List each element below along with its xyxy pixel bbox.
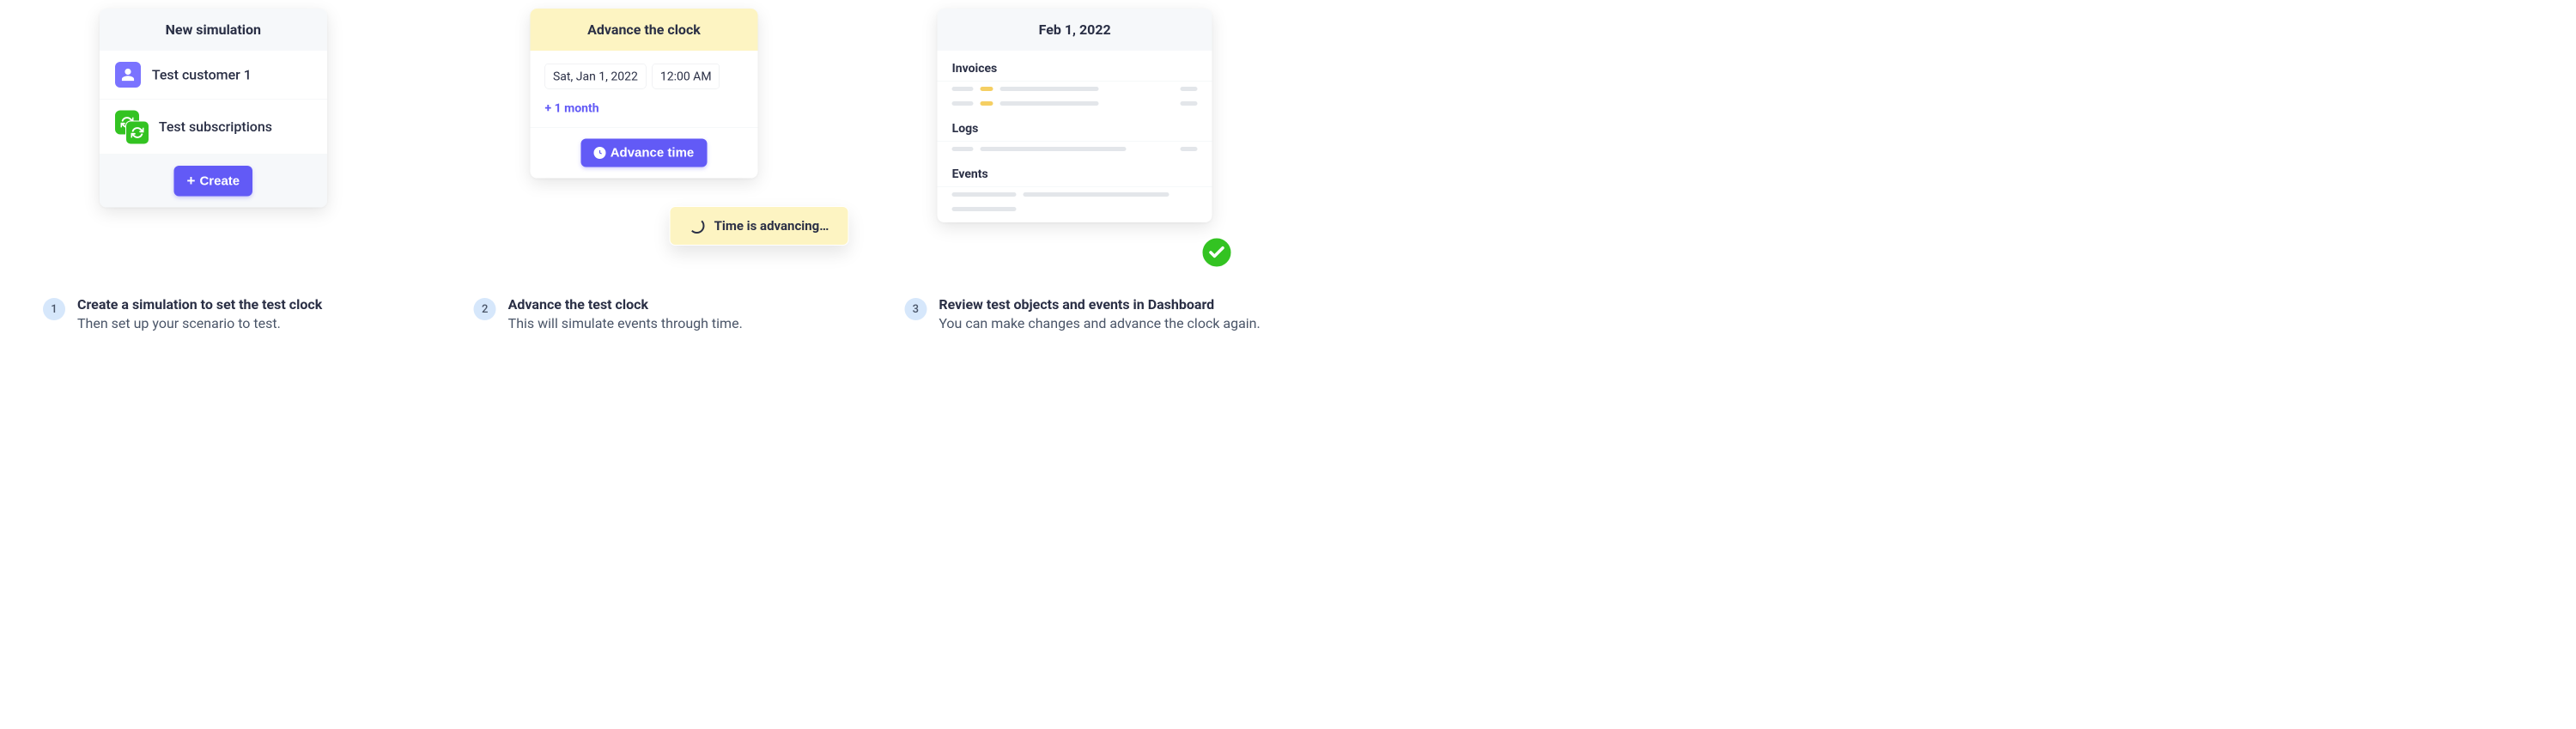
plus-month-link[interactable]: + 1 month [530, 94, 757, 128]
event-row [938, 202, 1212, 222]
section-events: Events [938, 156, 1212, 187]
event-row [938, 187, 1212, 202]
step-title: Advance the test clock [508, 296, 836, 313]
step-3-caption: 3 Review test objects and events in Dash… [883, 296, 1267, 331]
subscriptions-row: Test subscriptions [100, 100, 327, 155]
datetime-row: Sat, Jan 1, 2022 12:00 AM [530, 51, 757, 94]
subscriptions-label: Test subscriptions [159, 118, 272, 135]
time-field[interactable]: 12:00 AM [652, 64, 720, 89]
step-subtitle: Then set up your scenario to test. [77, 315, 405, 331]
advance-clock-card: Advance the clock Sat, Jan 1, 2022 12:00… [530, 9, 757, 179]
invoice-row [938, 96, 1212, 111]
step-title: Create a simulation to set the test cloc… [77, 296, 405, 313]
card-header: Advance the clock [530, 9, 757, 51]
step-number: 1 [43, 298, 65, 320]
customer-icon [115, 62, 141, 88]
step-title: Review test objects and events in Dashbo… [939, 296, 1267, 313]
step-2-caption: 2 Advance the test clock This will simul… [453, 296, 836, 331]
advance-button-label: Advance time [611, 146, 695, 161]
step-number: 3 [904, 298, 927, 320]
log-row [938, 142, 1212, 156]
advancing-popover: Time is advancing… [670, 206, 849, 246]
clock-icon [594, 147, 606, 159]
new-simulation-card: New simulation Test customer 1 Test subs… [100, 9, 327, 208]
step-3-column: Feb 1, 2022 Invoices Logs Events 3 Revie… [883, 9, 1267, 331]
success-check-icon [1200, 236, 1233, 269]
spinner-icon [690, 218, 705, 234]
review-dashboard-card: Feb 1, 2022 Invoices Logs Events [938, 9, 1212, 222]
customer-label: Test customer 1 [152, 67, 252, 83]
popover-text: Time is advancing… [714, 218, 829, 234]
step-2-column: Advance the clock Sat, Jan 1, 2022 12:00… [453, 9, 836, 331]
card-footer: + Create [100, 155, 327, 208]
section-invoices: Invoices [938, 51, 1212, 82]
invoice-row [938, 82, 1212, 96]
create-button-label: Create [199, 173, 240, 188]
create-button[interactable]: + Create [174, 166, 253, 197]
card-header: Feb 1, 2022 [938, 9, 1212, 51]
step-number: 2 [474, 298, 496, 320]
date-field[interactable]: Sat, Jan 1, 2022 [544, 64, 646, 89]
step-subtitle: You can make changes and advance the clo… [939, 315, 1267, 331]
subscription-icon [115, 111, 148, 143]
advance-time-button[interactable]: Advance time [581, 139, 708, 167]
step-1-column: New simulation Test customer 1 Test subs… [21, 9, 405, 331]
step-subtitle: This will simulate events through time. [508, 315, 836, 331]
section-logs: Logs [938, 111, 1212, 142]
step-1-caption: 1 Create a simulation to set the test cl… [21, 296, 405, 331]
card-footer: Advance time [530, 128, 757, 179]
plus-icon: + [187, 173, 196, 190]
card-header: New simulation [100, 9, 327, 51]
customer-row: Test customer 1 [100, 51, 327, 100]
